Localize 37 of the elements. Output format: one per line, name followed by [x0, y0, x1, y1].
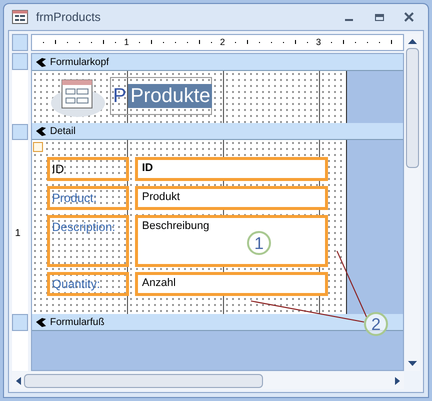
field-value: Anzahl: [142, 277, 176, 289]
scrollbar-thumb[interactable]: [24, 374, 263, 388]
section-bar[interactable]: Detail: [32, 123, 403, 140]
horizontal-scrollbar[interactable]: [12, 372, 404, 389]
scrollbar-thumb[interactable]: [406, 48, 419, 168]
section-bar[interactable]: Formularkopf: [32, 54, 403, 71]
text-box[interactable]: ID: [135, 157, 328, 181]
section-arrow-icon: [36, 318, 46, 326]
field-label[interactable]: ID: [47, 157, 129, 181]
hidden-label-text: P: [113, 86, 126, 106]
title-label-frame[interactable]: P Produkte: [110, 77, 212, 115]
text-box[interactable]: Anzahl: [135, 272, 328, 296]
section-selector[interactable]: [12, 314, 28, 331]
field-value: Produkt: [142, 191, 180, 203]
field-label[interactable]: Quantity:: [47, 272, 129, 296]
callout-marker: 2: [364, 312, 388, 336]
section-title: Formularkopf: [50, 56, 109, 70]
window-title: frmProducts: [36, 9, 102, 26]
section-arrow-icon: [36, 58, 46, 66]
form-icon: [12, 10, 28, 24]
vertical-scrollbar[interactable]: [405, 34, 420, 371]
field-label[interactable]: Description:: [47, 215, 129, 267]
field-value: Beschreibung: [142, 220, 210, 232]
ruler-number: 1: [15, 229, 21, 239]
form-selector[interactable]: [12, 34, 28, 51]
section-title: Formularfuß: [50, 316, 104, 330]
field-label[interactable]: Product:: [47, 186, 129, 210]
field-value: ID: [142, 162, 153, 174]
text-box[interactable]: Produkt: [135, 186, 328, 210]
section-selector[interactable]: [12, 53, 28, 70]
title-label[interactable]: Produkte: [128, 84, 212, 108]
move-handle[interactable]: [33, 142, 43, 152]
section-arrow-icon: [36, 126, 46, 136]
section-selector[interactable]: [12, 124, 28, 140]
section-title: Detail: [50, 124, 76, 138]
close-icon: [404, 12, 414, 22]
callout-marker: 1: [247, 231, 271, 255]
